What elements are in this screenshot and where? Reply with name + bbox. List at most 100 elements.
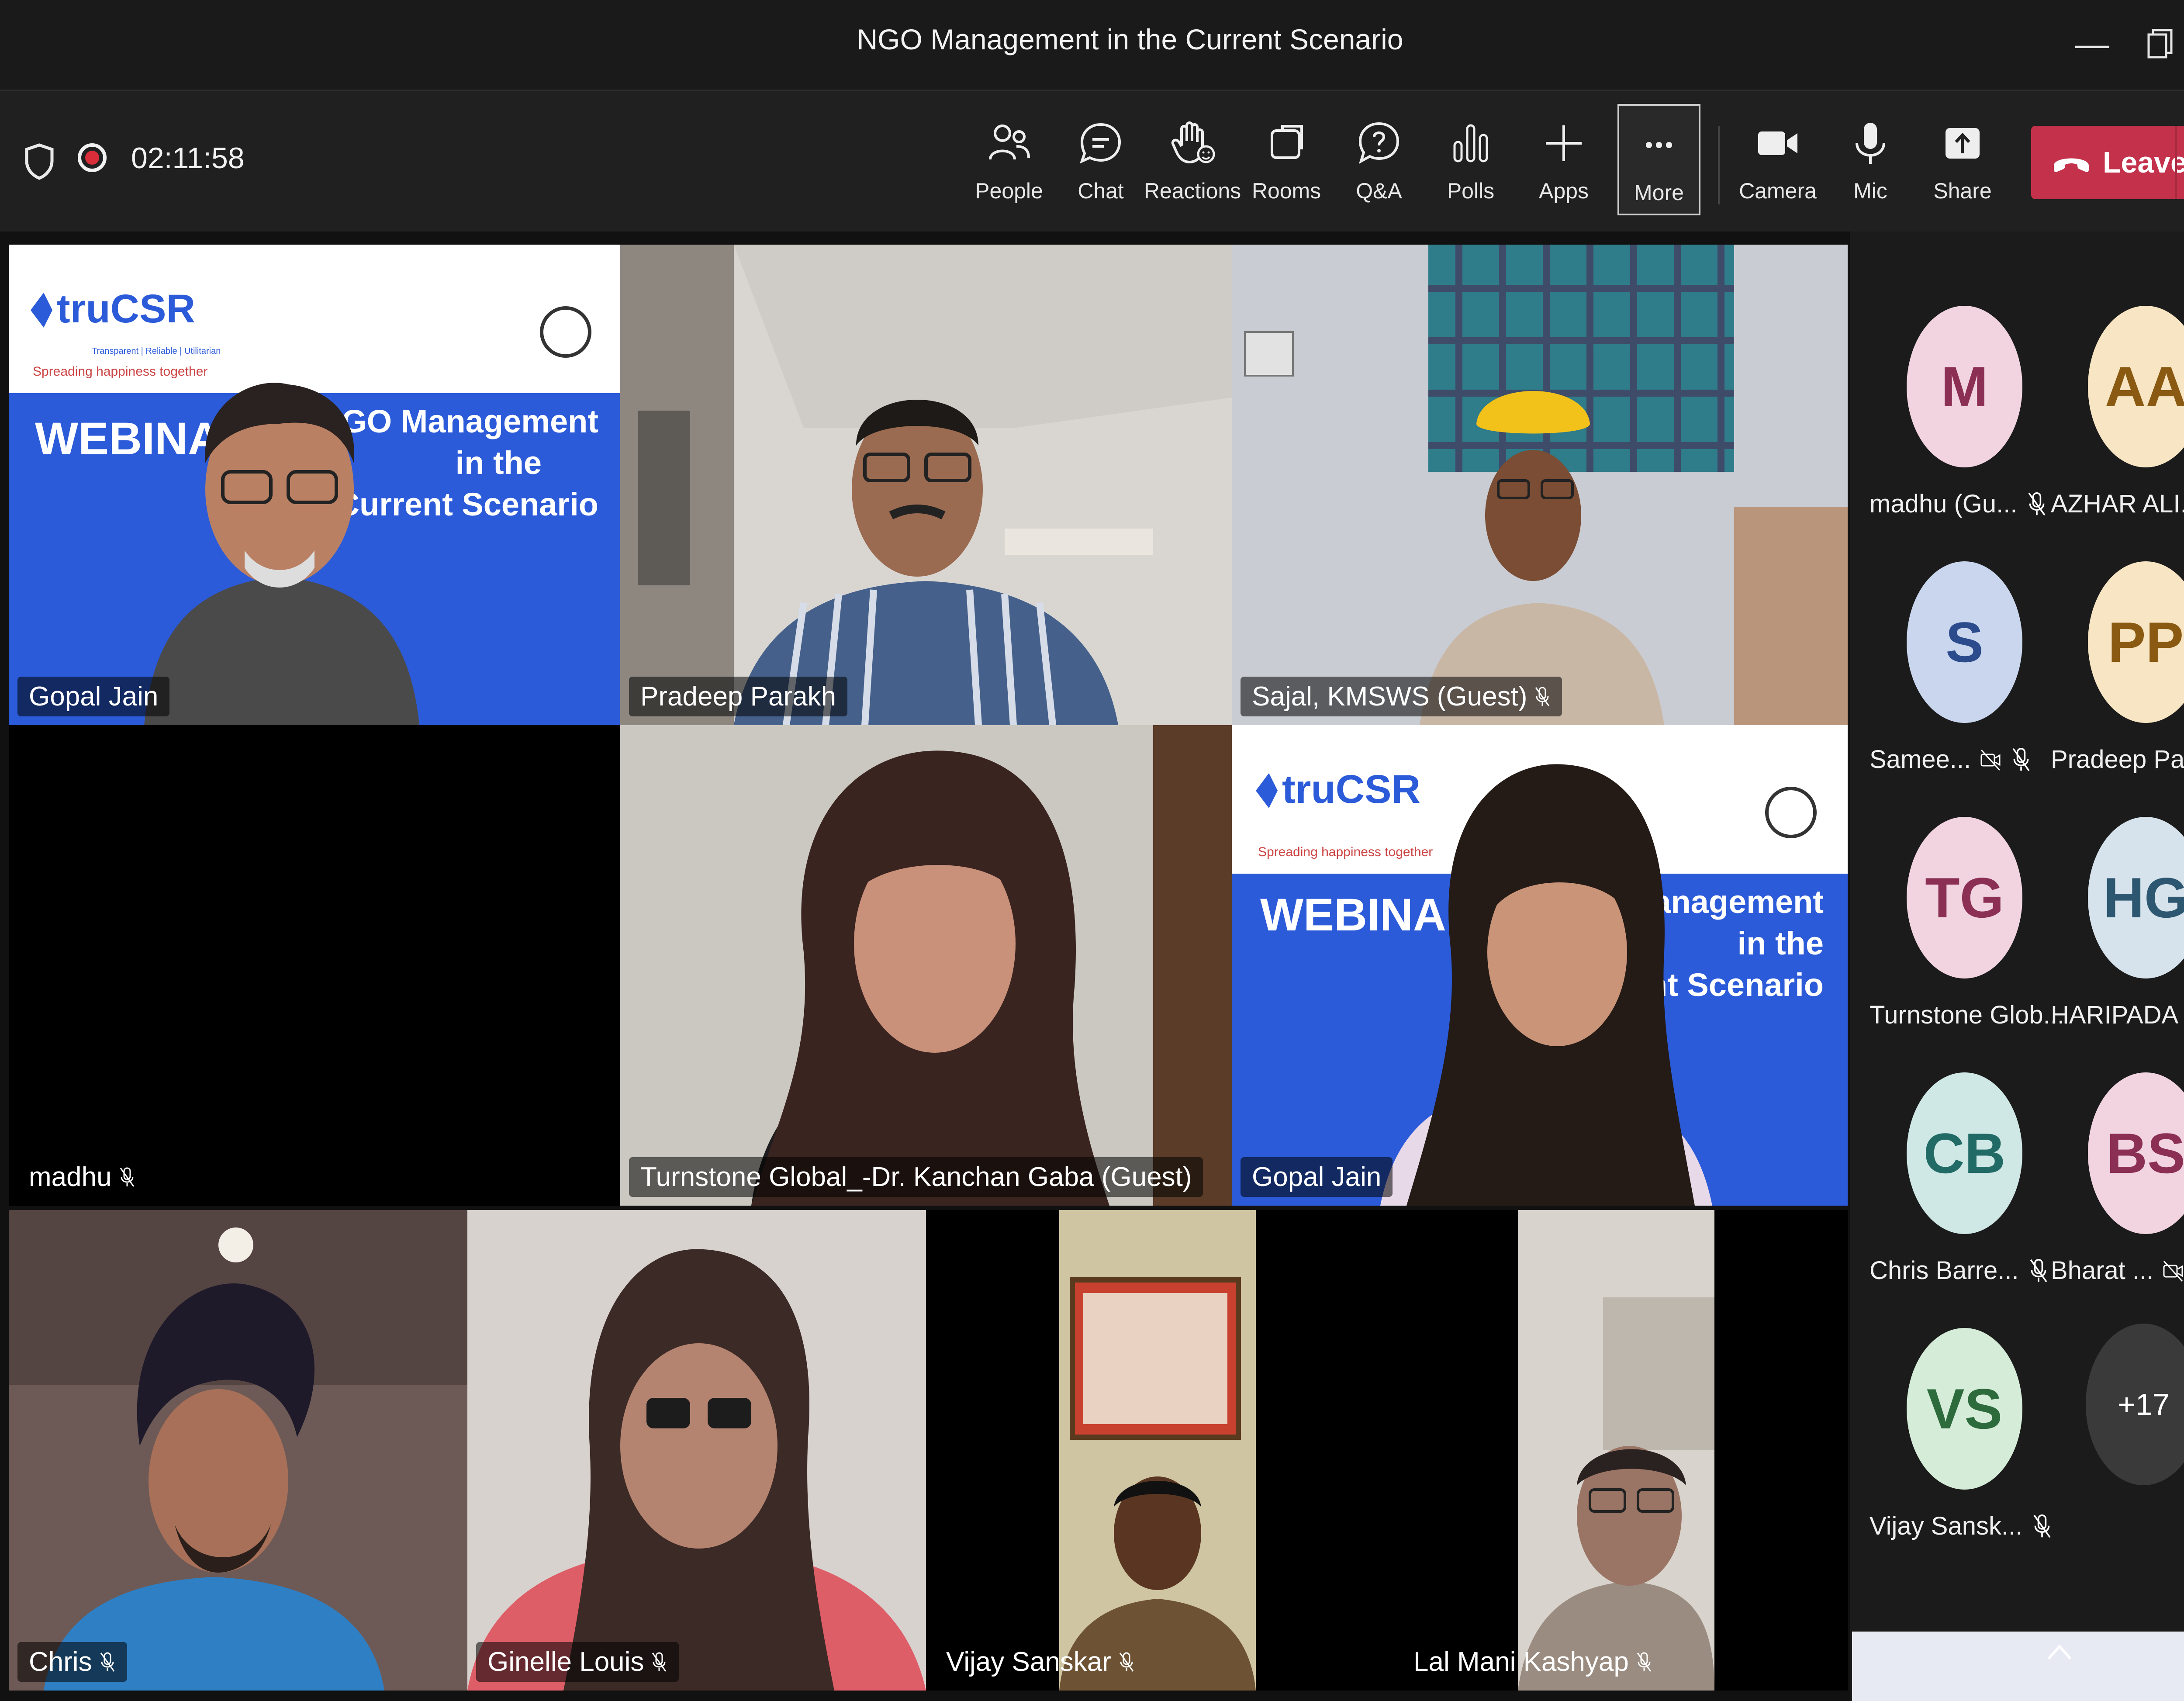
tile-name: Gopal Jain	[29, 681, 159, 712]
mic-button[interactable]: Mic	[1829, 104, 1912, 215]
tile-name-label: Vijay Sanskar	[935, 1642, 1146, 1682]
mic-off-icon	[652, 1652, 667, 1672]
video-tile[interactable]: Vijay Sanskar	[926, 1210, 1385, 1691]
participant-name-row: AZHAR ALI...	[2051, 489, 2184, 519]
chat-label: Chat	[1078, 179, 1124, 203]
chevron-up-icon[interactable]	[2044, 1640, 2075, 1662]
mic-off-icon	[1119, 1652, 1134, 1672]
participant-item[interactable]: HG HARIPADA ...	[2051, 817, 2184, 1061]
participant-name-row: Chris Barre...	[1870, 1256, 2053, 1285]
mic-off-icon	[1637, 1652, 1652, 1672]
participant-name-row: HARIPADA ...	[2051, 1000, 2184, 1030]
polls-icon	[1453, 124, 1488, 162]
more-icon	[1646, 142, 1672, 148]
shared-content-preview[interactable]	[1852, 1632, 2184, 1701]
leave-button[interactable]: Leave	[2031, 126, 2184, 199]
avatar: S	[1907, 561, 2022, 723]
tile-name-label: Lal Mani Kashyap	[1402, 1642, 1664, 1682]
qa-button[interactable]: Q&A	[1337, 104, 1420, 215]
rooms-button[interactable]: Rooms	[1245, 104, 1328, 215]
people-button[interactable]: People	[968, 104, 1051, 215]
qa-icon	[1358, 122, 1400, 164]
webinar-banner: truCSR Transparent | Reliable | Utilitar…	[9, 245, 620, 725]
tile-name: Ginelle Louis	[487, 1647, 644, 1677]
reactions-button[interactable]: Reactions	[1144, 104, 1241, 215]
tile-name: Lal Mani Kashyap	[1413, 1647, 1629, 1677]
participant-item[interactable]: CB Chris Barre...	[1870, 1072, 2053, 1317]
polls-label: Polls	[1447, 179, 1495, 203]
participant-name-row: madhu (Gu...	[1870, 489, 2053, 519]
more-label: More	[1634, 180, 1684, 205]
participant-video	[1385, 1210, 1848, 1691]
avatar: VS	[1907, 1328, 2022, 1490]
video-tile[interactable]: Lal Mani Kashyap	[1385, 1210, 1848, 1691]
reactions-icon	[1171, 121, 1215, 164]
participant-name: Vijay Sansk...	[1870, 1512, 2023, 1540]
participant-status-icons	[2026, 491, 2048, 517]
more-button[interactable]: More	[1617, 104, 1700, 215]
avatar: TG	[1907, 817, 2022, 978]
tile-name-label: Gopal Jain	[1241, 1157, 1393, 1197]
minimize-icon[interactable]: —	[2066, 17, 2118, 70]
avatar: CB	[1907, 1072, 2022, 1234]
participant-video	[926, 1210, 1385, 1691]
share-icon	[1946, 128, 1980, 159]
leave-separator	[2175, 126, 2177, 199]
participant-video	[9, 1210, 467, 1691]
video-tile[interactable]: truCSR Transparent | Reliable | Utilitar…	[9, 245, 620, 725]
restore-icon[interactable]	[2134, 17, 2184, 70]
video-tile[interactable]: Sajal, KMSWS (Guest)	[1232, 245, 1848, 725]
shield-icon[interactable]	[24, 143, 55, 180]
video-tile[interactable]: truCSR Spreading happiness together WEBI…	[1232, 725, 1848, 1206]
participant-item[interactable]: Mmadhu (Gu...	[1870, 306, 2053, 550]
participant-name: Chris Barre...	[1870, 1256, 2019, 1285]
tile-name: Gopal Jain	[1252, 1162, 1382, 1192]
plus-icon	[1546, 125, 1582, 161]
participant-item[interactable]: S Samee...	[1870, 561, 2053, 806]
chat-button[interactable]: Chat	[1059, 104, 1142, 215]
people-label: People	[975, 179, 1043, 203]
video-tile[interactable]: Turnstone Global_-Dr. Kanchan Gaba (Gues…	[620, 725, 1232, 1206]
mic-off-icon	[120, 1167, 134, 1187]
camera-button[interactable]: Camera	[1736, 104, 1819, 215]
reactions-label: Reactions	[1144, 179, 1241, 203]
video-tile[interactable]: Pradeep Parakh	[620, 245, 1232, 725]
participant-item[interactable]: BS Bharat ...	[2051, 1072, 2184, 1317]
participant-name-row: Vijay Sansk...	[1870, 1511, 2053, 1541]
participant-item[interactable]: PP Pradeep Parakh	[2051, 561, 2184, 806]
participant-name-row: Bharat ...	[2051, 1256, 2184, 1285]
meeting-toolbar: 02:11:58 People Chat Reactions Rooms Q&A…	[0, 90, 2184, 233]
tile-name: Sajal, KMSWS (Guest)	[1252, 681, 1527, 712]
leave-label: Leave	[2103, 146, 2184, 179]
tile-name-label: Pradeep Parakh	[629, 677, 848, 716]
title-bar: NGO Management in the Current Scenario —	[0, 0, 2184, 90]
participant-item[interactable]: VS Vijay Sansk...	[1870, 1328, 2053, 1573]
camera-off-icon	[2163, 1260, 2183, 1282]
apps-label: Apps	[1539, 179, 1589, 203]
chat-icon	[1080, 123, 1121, 164]
webinar-banner: truCSR Spreading happiness together WEBI…	[1232, 725, 1848, 1206]
mic-off-icon	[2033, 1514, 2051, 1538]
tile-name: Vijay Sanskar	[946, 1647, 1111, 1677]
participant-item[interactable]: TG Turnstone Glob...	[1870, 817, 2064, 1061]
video-tile[interactable]: madhu	[9, 725, 620, 1206]
video-tile[interactable]: Ginelle Louis	[467, 1210, 926, 1691]
participant-name: Pradeep Parakh	[2051, 745, 2184, 774]
participant-name: Samee...	[1870, 745, 1971, 774]
share-button[interactable]: Share	[1921, 104, 2004, 215]
camera-off-icon	[1980, 749, 2001, 771]
participant-name-row: Samee...	[1870, 745, 2053, 774]
polls-button[interactable]: Polls	[1429, 104, 1512, 215]
apps-button[interactable]: Apps	[1522, 104, 1605, 215]
people-icon	[989, 124, 1030, 160]
mic-off-icon	[100, 1652, 114, 1672]
participant-item[interactable]: AA AZHAR ALI...	[2051, 306, 2184, 550]
qa-label: Q&A	[1356, 179, 1402, 203]
video-tile[interactable]: Chris	[9, 1210, 467, 1691]
banner-brand-sub: Transparent | Reliable | Utilitarian	[92, 346, 221, 356]
avatar: BS	[2088, 1072, 2184, 1234]
meeting-timer: 02:11:58	[131, 142, 245, 175]
mic-icon	[1856, 123, 1885, 164]
share-label: Share	[1933, 179, 1992, 203]
participant-status-icons	[1980, 747, 2032, 773]
